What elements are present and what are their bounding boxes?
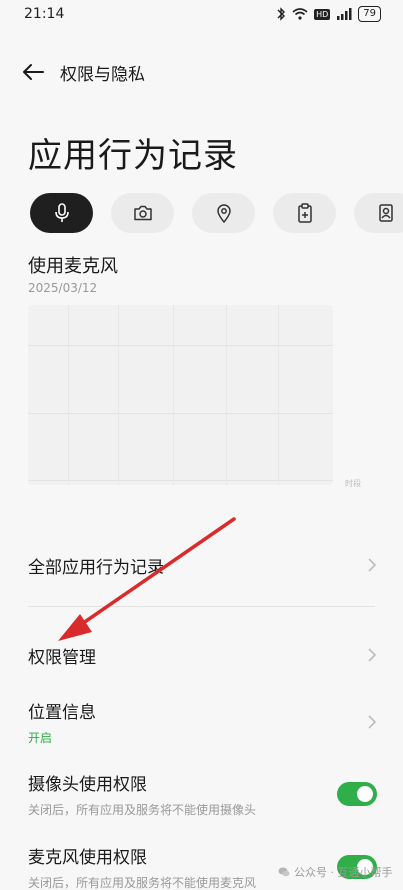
- camera-permission-toggle[interactable]: [337, 782, 377, 806]
- location-info-row[interactable]: 位置信息 开启: [0, 698, 403, 746]
- microphone-icon: [54, 203, 69, 222]
- permission-management-row[interactable]: 权限管理: [0, 635, 403, 675]
- camera-permission-desc: 关闭后，所有应用及服务将不能使用摄像头: [28, 803, 257, 817]
- watermark-text: 公众号 · 互通小帮手: [294, 866, 393, 879]
- wifi-icon: [292, 8, 308, 20]
- location-info-label: 位置信息: [28, 703, 96, 723]
- bluetooth-icon: [277, 7, 286, 21]
- status-icons: HD 79: [276, 6, 381, 22]
- camera-permission-row: 摄像头使用权限 关闭后，所有应用及服务将不能使用摄像头: [0, 770, 403, 818]
- chevron-right-icon: [368, 648, 377, 662]
- location-status: 开启: [28, 731, 53, 745]
- usage-chart: [28, 305, 333, 485]
- chip-contacts[interactable]: [354, 193, 403, 233]
- camera-permission-label: 摄像头使用权限: [28, 775, 147, 795]
- chart-column-line: [278, 305, 279, 485]
- permission-management-label: 权限管理: [28, 647, 96, 668]
- section-divider: [28, 606, 375, 607]
- status-time: 21:14: [24, 6, 65, 22]
- watermark: 公众号 · 互通小帮手: [278, 864, 393, 880]
- all-records-label: 全部应用行为记录: [28, 557, 164, 578]
- chart-gridline: [28, 413, 333, 414]
- chevron-right-icon: [368, 558, 377, 572]
- chart-gridline: [28, 345, 333, 346]
- clipboard-icon: [297, 203, 312, 223]
- chart-column-line: [118, 305, 119, 485]
- camera-permission-text: 摄像头使用权限 关闭后，所有应用及服务将不能使用摄像头: [28, 770, 256, 818]
- chip-clipboard[interactable]: [273, 193, 336, 233]
- chart-axis-label: 时段: [345, 479, 361, 488]
- mic-permission-text: 麦克风使用权限 关闭后，所有应用及服务将不能使用麦克风: [28, 843, 256, 890]
- arrow-left-icon[interactable]: [22, 63, 44, 81]
- status-bar: 21:14 HD 79: [0, 0, 403, 28]
- chevron-right-icon: [368, 715, 377, 729]
- contacts-icon: [378, 204, 393, 222]
- hd-badge: HD: [314, 8, 331, 20]
- location-info-text: 位置信息 开启: [28, 698, 96, 746]
- page-title: 应用行为记录: [28, 136, 238, 176]
- usage-date: 2025/03/12: [28, 281, 98, 295]
- signal-icon: [337, 8, 352, 20]
- mic-permission-label: 麦克风使用权限: [28, 848, 147, 868]
- chart-column-line: [226, 305, 227, 485]
- chart-column-line: [68, 305, 69, 485]
- camera-icon: [133, 205, 152, 221]
- battery-icon: 79: [358, 6, 381, 22]
- chip-location[interactable]: [192, 193, 255, 233]
- top-app-bar: 权限与隐私: [22, 52, 383, 92]
- chip-microphone[interactable]: [30, 193, 93, 233]
- mic-permission-desc: 关闭后，所有应用及服务将不能使用麦克风: [28, 876, 257, 890]
- header-title: 权限与隐私: [60, 64, 145, 85]
- all-records-row[interactable]: 全部应用行为记录: [0, 545, 403, 585]
- chart-gridline: [28, 480, 333, 481]
- chart-column-line: [173, 305, 174, 485]
- chip-camera[interactable]: [111, 193, 174, 233]
- usage-title: 使用麦克风: [28, 256, 118, 277]
- wechat-icon: [278, 867, 290, 877]
- category-chips: [30, 193, 403, 235]
- location-icon: [216, 204, 231, 223]
